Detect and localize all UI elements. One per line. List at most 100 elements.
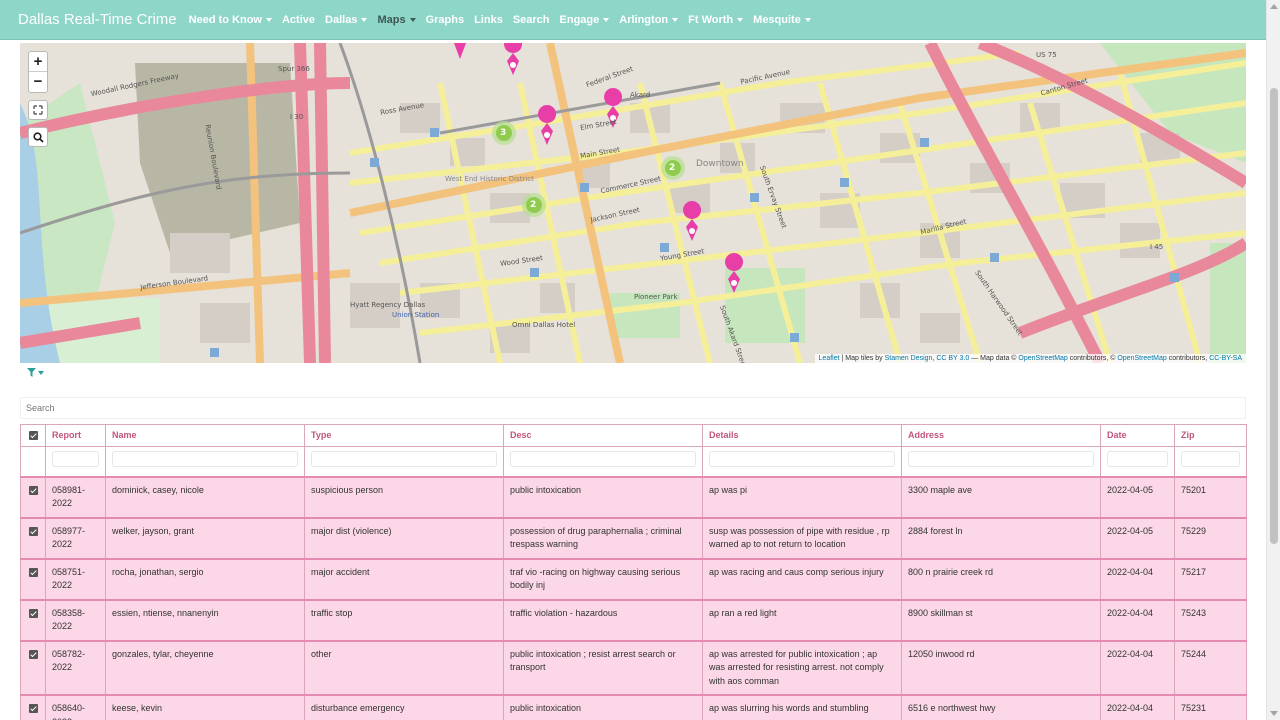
attribution-text: — Map data © [969, 355, 1019, 362]
details-cell: ap was racing and caus comp serious inju… [702, 558, 902, 600]
brand-title[interactable]: Dallas Real-Time Crime [18, 11, 177, 28]
row-checkbox[interactable] [28, 608, 38, 618]
table-row[interactable]: 058782-2022 gonzales, tylar, cheyenne ot… [20, 640, 1247, 696]
scroll-up-arrow-icon[interactable] [1270, 4, 1278, 9]
zoom-in-button[interactable]: + [29, 52, 47, 72]
row-checkbox[interactable] [28, 567, 38, 577]
address-cell: 3300 maple ave [901, 476, 1101, 518]
name-filter-input[interactable] [112, 451, 298, 467]
caret-down-icon [409, 17, 416, 22]
district-label: Downtown [696, 159, 744, 169]
table-row[interactable]: 058981-2022 dominick, casey, nicole susp… [20, 476, 1247, 518]
nav-engage[interactable]: Engage [560, 14, 610, 26]
address-cell: 800 n prairie creek rd [901, 558, 1101, 600]
table-row[interactable]: 058358-2022 essien, ntiense, nnanenyin t… [20, 599, 1247, 641]
row-checkbox[interactable] [28, 649, 38, 659]
row-checkbox[interactable] [28, 485, 38, 495]
select-all-checkbox[interactable] [28, 431, 38, 441]
date-cell: 2022-04-05 [1100, 517, 1175, 559]
page-scrollbar[interactable] [1266, 0, 1280, 720]
fullscreen-button[interactable] [28, 100, 48, 120]
leaflet-link[interactable]: Leaflet [819, 355, 840, 362]
highway-label: I 30 [290, 113, 304, 121]
stamen-link[interactable]: Stamen Design [885, 355, 933, 362]
nav-links[interactable]: Links [474, 14, 503, 26]
ccbysa-link[interactable]: CC-BY-SA [1209, 355, 1242, 362]
row-checkbox[interactable] [28, 526, 38, 536]
nav-need-to-know[interactable]: Need to Know [189, 14, 272, 26]
nav-active[interactable]: Active [282, 14, 315, 26]
table-row[interactable]: 058977-2022 welker, jayson, grant major … [20, 517, 1247, 559]
row-checkbox[interactable] [28, 704, 38, 714]
report-cell: 058782-2022 [45, 640, 106, 696]
select-all-cell [20, 424, 46, 447]
report-filter-input[interactable] [52, 451, 99, 467]
column-header-report[interactable]: Report [45, 424, 106, 447]
date-cell: 2022-04-04 [1100, 694, 1175, 720]
nav-graphs[interactable]: Graphs [426, 14, 465, 26]
nav-label: Ft Worth [688, 13, 734, 26]
osm-link[interactable]: OpenStreetMap [1018, 355, 1067, 362]
attribution-text: contributors, © [1067, 355, 1118, 362]
column-header-date[interactable]: Date [1100, 424, 1175, 447]
caret-down-icon [603, 17, 610, 22]
column-header-name[interactable]: Name [105, 424, 305, 447]
details-cell: ap was slurring his words and stumbling [702, 694, 902, 720]
desc-cell: public intoxication [503, 476, 703, 518]
type-cell: suspicious person [304, 476, 504, 518]
column-filter-row [20, 446, 1247, 477]
desc-filter-input[interactable] [510, 451, 696, 467]
nav-label: Dallas [325, 13, 358, 26]
name-cell: dominick, casey, nicole [105, 476, 305, 518]
date-filter-input[interactable] [1107, 451, 1168, 467]
search-input[interactable]: Search [20, 397, 1246, 419]
details-filter-input[interactable] [709, 451, 895, 467]
osm-link[interactable]: OpenStreetMap [1117, 355, 1166, 362]
table-row[interactable]: 058640-2022 keese, kevin disturbance eme… [20, 694, 1247, 720]
table-row[interactable]: 058751-2022 rocha, jonathan, sergio majo… [20, 558, 1247, 600]
details-cell: susp was possession of pipe with residue… [702, 517, 902, 559]
caret-down-icon [804, 17, 811, 22]
type-cell: disturbance emergency [304, 694, 504, 720]
zoom-out-button[interactable]: − [29, 72, 47, 92]
nav-dallas[interactable]: Dallas [325, 13, 368, 26]
filter-cell [45, 446, 106, 477]
column-header-zip[interactable]: Zip [1174, 424, 1247, 447]
column-header-desc[interactable]: Desc [503, 424, 703, 447]
nav-mesquite[interactable]: Mesquite [753, 14, 811, 26]
row-select-cell [20, 640, 46, 696]
column-header-type[interactable]: Type [304, 424, 504, 447]
report-cell: 058358-2022 [45, 599, 106, 641]
filter-toggle[interactable] [27, 368, 44, 377]
nav-maps[interactable]: Maps [377, 14, 416, 26]
caret-down-icon [737, 17, 744, 22]
scroll-thumb[interactable] [1270, 88, 1278, 544]
filter-cell [503, 446, 703, 477]
details-cell: ap was arrested for public intoxication … [702, 640, 902, 696]
nav-search[interactable]: Search [513, 14, 550, 26]
address-filter-input[interactable] [908, 451, 1094, 467]
poi-label: Omni Dallas Hotel [512, 321, 576, 329]
desc-cell: traffic violation - hazardous [503, 599, 703, 641]
name-cell: keese, kevin [105, 694, 305, 720]
column-header-address[interactable]: Address [901, 424, 1101, 447]
ccby-link[interactable]: CC BY 3.0 [936, 355, 969, 362]
date-cell: 2022-04-05 [1100, 476, 1175, 518]
map-attribution: Leaflet | Map tiles by Stamen Design, CC… [814, 354, 1246, 363]
address-cell: 8900 skillman st [901, 599, 1101, 641]
row-select-cell [20, 517, 46, 559]
map-search-button[interactable] [28, 127, 48, 147]
row-select-cell [20, 694, 46, 720]
date-cell: 2022-04-04 [1100, 640, 1175, 696]
nav-ft-worth[interactable]: Ft Worth [688, 13, 744, 26]
crime-map[interactable]: Woodall Rodgers Freeway Spur 366 Elm Str… [20, 43, 1246, 363]
desc-cell: traf vio -racing on highway causing seri… [503, 558, 703, 600]
scroll-down-arrow-icon[interactable] [1270, 711, 1278, 716]
report-cell: 058751-2022 [45, 558, 106, 600]
zip-cell: 75201 [1174, 476, 1247, 518]
zip-filter-input[interactable] [1181, 451, 1240, 467]
column-header-details[interactable]: Details [702, 424, 902, 447]
type-filter-input[interactable] [311, 451, 497, 467]
nav-arlington[interactable]: Arlington [619, 14, 679, 26]
filter-cell [105, 446, 305, 477]
